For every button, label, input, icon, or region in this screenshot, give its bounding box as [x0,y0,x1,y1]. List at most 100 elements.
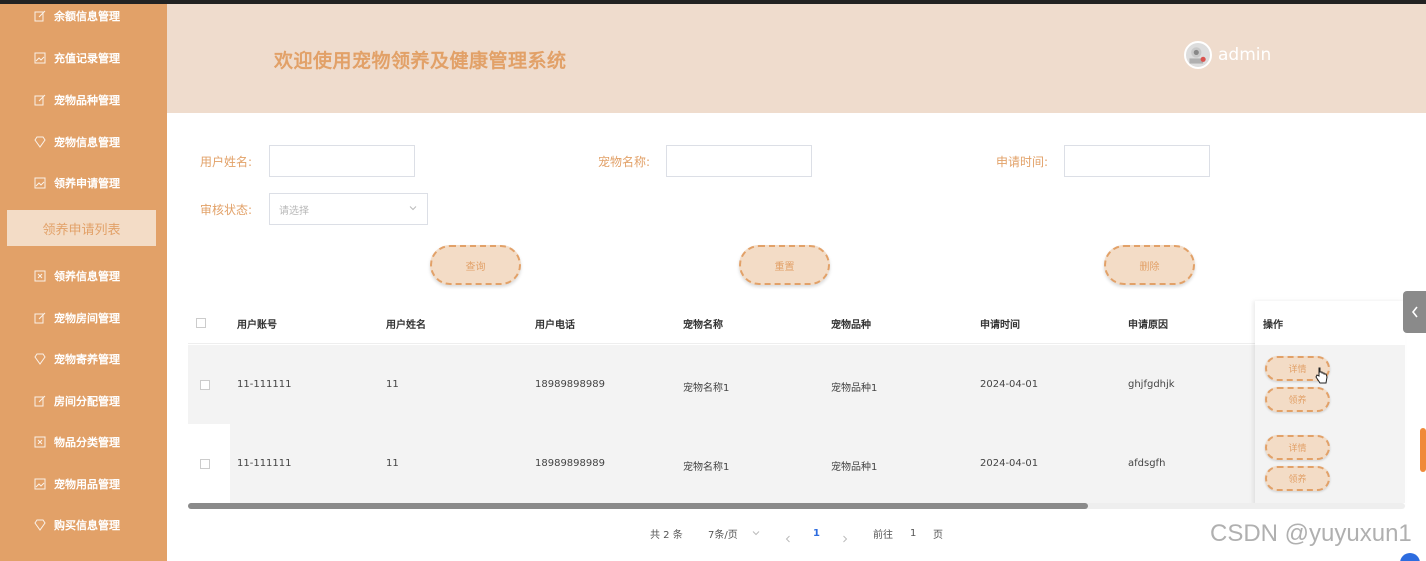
edit-icon [34,395,46,407]
col-apply-reason: 申请原因 [1128,320,1168,331]
col-pet-breed: 宠物品种 [831,320,871,331]
cell-apply-time: 2024-04-01 [980,458,1039,469]
sidebar-item-purchase-info[interactable]: 购买信息管理 [0,504,167,545]
sidebar-item-label: 余额信息管理 [54,9,120,23]
table-row: 11-111111 11 18989898989 宠物名称1 宠物品种1 202… [188,424,1405,503]
sidebar-item-label: 物品分类管理 [54,435,120,449]
sidebar-item-label: 领养信息管理 [54,269,120,283]
delete-button[interactable]: 删除 [1104,245,1195,285]
sidebar-item-adopt-apply[interactable]: 领养申请管理 [0,162,167,203]
sidebar-item-pet-breed[interactable]: 宠物品种管理 [0,79,167,120]
chevron-down-icon [752,531,760,536]
horizontal-scrollbar[interactable] [188,503,1405,509]
pagination-total: 共 2 条 [650,529,683,541]
user-name-input[interactable] [269,145,415,177]
cell-apply-time: 2024-04-01 [980,379,1039,390]
status-placeholder: 请选择 [279,205,309,217]
operations-cell: 详情 领养 [1255,345,1405,424]
cell-user-phone: 18989898989 [535,379,605,390]
col-pet-name: 宠物名称 [683,320,723,331]
row-checkbox[interactable] [200,380,210,390]
chevron-left-icon [1411,306,1418,318]
pet-name-input[interactable] [666,145,812,177]
sidebar-item-pet-foster[interactable]: 宠物寄养管理 [0,338,167,379]
sidebar-item-pet-room[interactable]: 宠物房间管理 [0,297,167,338]
diamond-icon [34,353,46,365]
diamond-icon [34,136,46,148]
cell-pet-name: 宠物名称1 [683,462,730,473]
sidebar-item-label: 宠物用品管理 [54,477,120,491]
goto-suffix: 页 [933,529,943,541]
next-page-icon[interactable] [841,529,849,549]
sidebar-item-balance[interactable]: 余额信息管理 [0,4,167,36]
adopt-button[interactable]: 领养 [1265,466,1330,491]
goto-prefix: 前往 [873,529,893,541]
cell-apply-reason: afdsgfh [1128,458,1166,469]
cell-user-account: 11-111111 [237,458,292,469]
image-icon [34,177,46,189]
username[interactable]: admin [1218,45,1271,65]
edit-icon [34,94,46,106]
edit-icon [34,312,46,324]
prev-page-icon[interactable] [784,529,792,549]
query-button[interactable]: 查询 [430,245,521,285]
apply-time-label: 申请时间: [996,155,1049,169]
sidebar-item-label: 宠物房间管理 [54,311,120,325]
cell-apply-reason: ghjfgdhjk [1128,379,1175,390]
edit-icon [34,10,46,22]
image-icon [34,52,46,64]
sidebar-item-adopt-info[interactable]: 领养信息管理 [0,255,167,296]
scrollbar-thumb[interactable] [188,503,1088,509]
main-content: 用户姓名: 宠物名称: 申请时间: 审核状态: 请选择 查询 重置 删除 用户账… [167,113,1426,561]
pet-name-label: 宠物名称: [598,155,651,169]
sidebar-item-label: 房间分配管理 [54,394,120,408]
row-background [230,424,1405,503]
reset-button[interactable]: 重置 [739,245,830,285]
sidebar-item-label: 充值记录管理 [54,51,120,65]
page-size-value: 7条/页 [708,529,738,541]
sidebar-item-label: 领养申请管理 [54,176,120,190]
status-select[interactable]: 请选择 [269,193,428,225]
sidebar-item-label: 宠物品种管理 [54,93,120,107]
sidebar-item-pet-info[interactable]: 宠物信息管理 [0,121,167,162]
select-all-checkbox[interactable] [196,318,206,328]
goto-page-input[interactable]: 1 [910,523,916,543]
sidebar-item-label: 宠物信息管理 [54,135,120,149]
x-box-icon [34,270,46,282]
apply-time-input[interactable] [1064,145,1210,177]
status-label: 审核状态: [200,203,253,217]
cell-pet-breed: 宠物品种1 [831,383,878,394]
diamond-icon [34,519,46,531]
sidebar-item-adopt-apply-list[interactable]: 领养申请列表 [7,210,156,246]
col-apply-time: 申请时间 [980,320,1020,331]
hand-cursor-icon [1315,367,1328,384]
operations-column: 操作 详情 领养 详情 领养 [1255,301,1405,506]
adopt-button[interactable]: 领养 [1265,387,1330,412]
table-header: 用户账号 用户姓名 用户电话 宠物名称 宠物品种 申请时间 申请原因 [188,301,1405,344]
sidebar-item-pet-supplies[interactable]: 宠物用品管理 [0,463,167,504]
sidebar-item-room-assign[interactable]: 房间分配管理 [0,380,167,421]
operations-cell: 详情 领养 [1255,424,1405,503]
header: 欢迎使用宠物领养及健康管理系统 admin [167,4,1426,113]
sidebar: 余额信息管理 充值记录管理 宠物品种管理 宠物信息管理 领养申请管理 领养申请列… [0,4,167,561]
collapse-tab[interactable] [1403,291,1426,333]
col-user-phone: 用户电话 [535,320,575,331]
vertical-scrollbar[interactable] [1420,428,1426,472]
avatar[interactable] [1184,41,1212,69]
chevron-down-icon [409,206,417,211]
table-row: 11-111111 11 18989898989 宠物名称1 宠物品种1 202… [188,345,1405,424]
user-name-label: 用户姓名: [200,155,253,169]
row-checkbox[interactable] [200,459,210,469]
x-box-icon [34,436,46,448]
col-user-account: 用户账号 [237,320,277,331]
sidebar-item-label: 宠物寄养管理 [54,352,120,366]
sidebar-item-goods-category[interactable]: 物品分类管理 [0,421,167,462]
data-table: 用户账号 用户姓名 用户电话 宠物名称 宠物品种 申请时间 申请原因 11-11… [188,301,1405,511]
sidebar-item-recharge[interactable]: 充值记录管理 [0,37,167,78]
page-size-select[interactable]: 7条/页 [708,523,760,543]
detail-button[interactable]: 详情 [1265,435,1330,460]
cell-pet-breed: 宠物品种1 [831,462,878,473]
cell-user-name: 11 [386,458,399,469]
current-page[interactable]: 1 [813,523,820,543]
sidebar-item-label: 购买信息管理 [54,518,120,532]
